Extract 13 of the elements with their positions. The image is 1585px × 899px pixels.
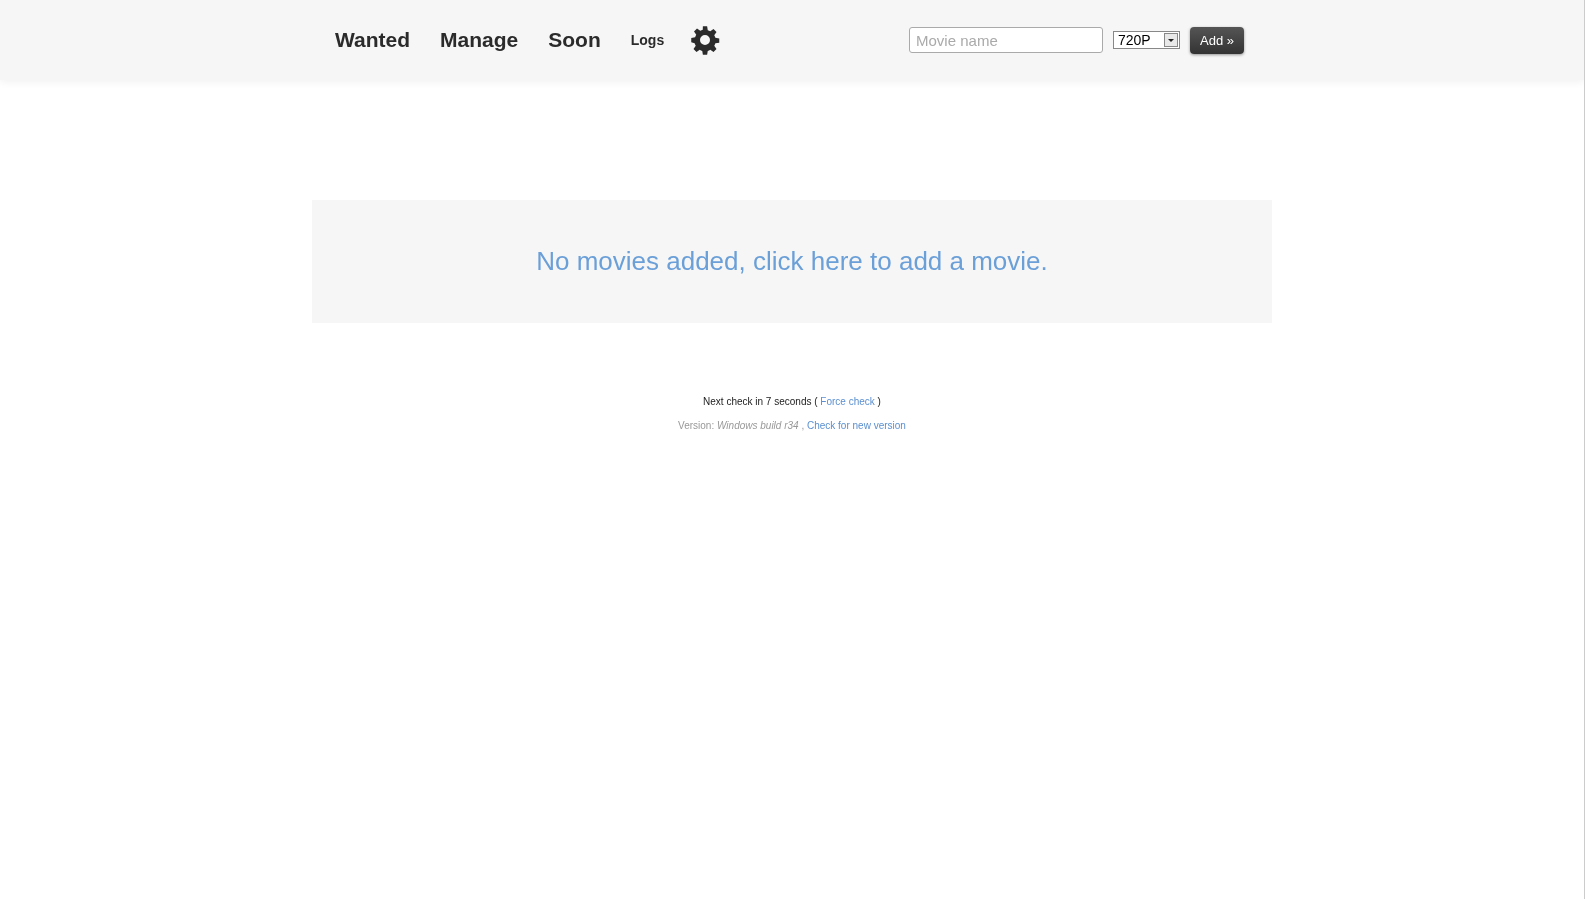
check-version-link[interactable]: Check for new version — [806, 420, 906, 431]
add-button[interactable]: Add » — [1190, 26, 1244, 54]
nav-link[interactable]: Logs — [630, 32, 665, 48]
quality-dropdown[interactable]: 720P — [1113, 31, 1180, 49]
nav-link[interactable]: Wanted — [335, 28, 411, 52]
force-check-link[interactable]: Force check — [820, 396, 875, 407]
nav-link[interactable]: Manage — [440, 28, 519, 52]
caret-icon — [1164, 33, 1178, 47]
version-text: Version: Windows build r34 , Check for new version — [677, 420, 907, 431]
nav-link[interactable]: Soon — [548, 28, 601, 52]
movie-name-field[interactable]: Movie name — [909, 27, 1103, 53]
settings-icon[interactable] — [690, 25, 721, 55]
next-check-text: Next check in 7 seconds ( Force check ) — [702, 396, 882, 407]
